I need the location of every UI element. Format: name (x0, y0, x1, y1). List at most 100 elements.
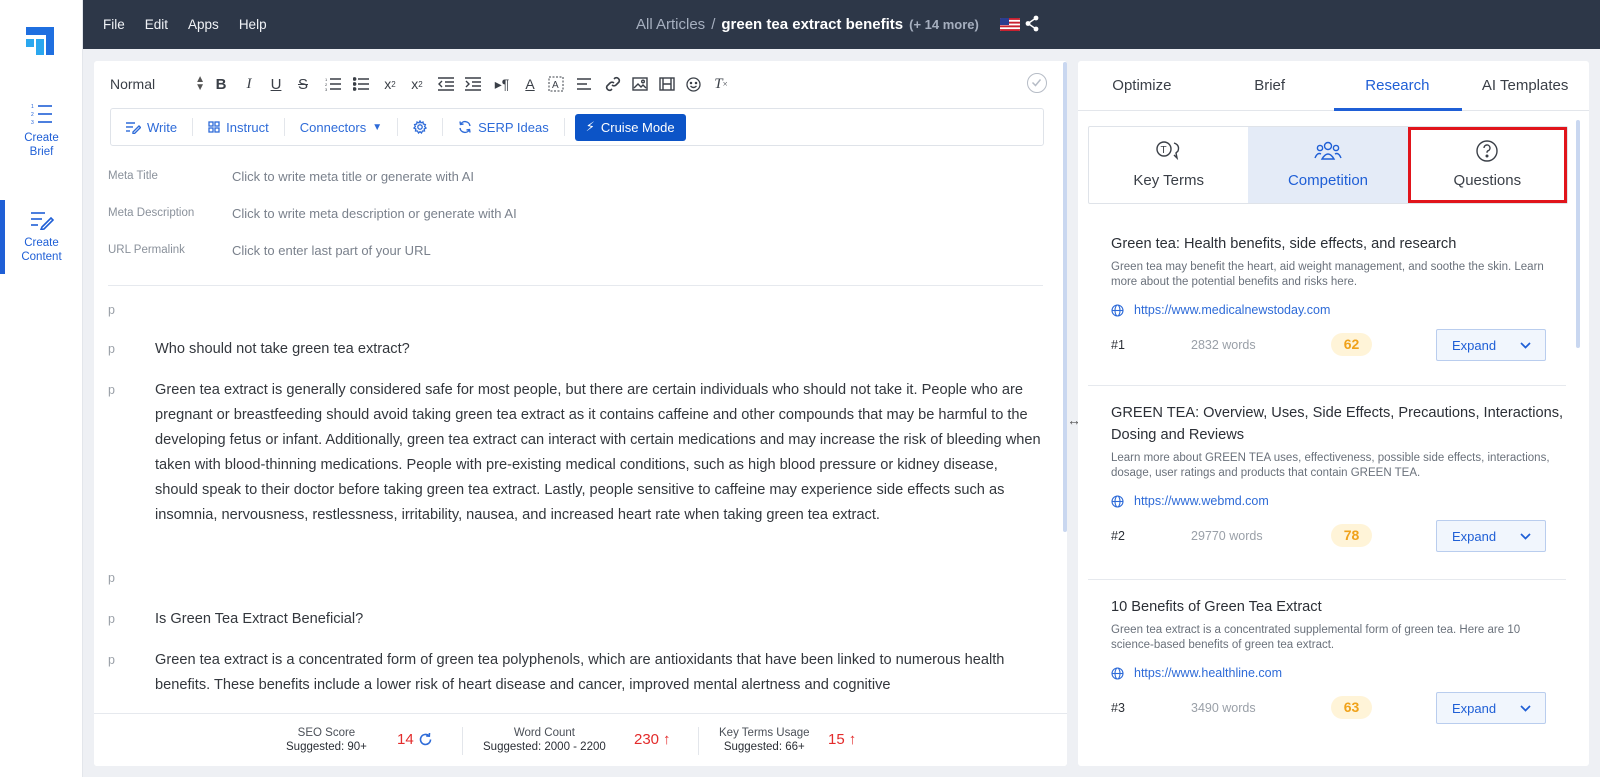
subtab-questions[interactable]: Questions (1407, 127, 1567, 203)
updown-arrow-icon: ▲ ▼ (195, 74, 205, 93)
us-flag-icon[interactable] (1000, 18, 1020, 31)
result-score-badge: 78 (1331, 524, 1372, 547)
key-terms-icon: T (1155, 141, 1179, 161)
paragraph-style-select[interactable]: Normal ▲ ▼ (110, 74, 205, 93)
write-label: Write (147, 119, 178, 135)
subtab-competition[interactable]: Competition (1248, 127, 1408, 203)
globe-icon (1111, 494, 1124, 508)
stat-separator (462, 727, 463, 755)
result-word-count: 3490 words (1191, 701, 1256, 715)
text-direction-icon[interactable]: ▸¶ (492, 74, 512, 94)
share-icon[interactable] (1025, 15, 1039, 32)
align-icon[interactable] (575, 74, 595, 94)
menu-help[interactable]: Help (239, 17, 267, 32)
connectors-dropdown[interactable]: Connectors ▼ (285, 118, 399, 136)
block-type-tag: p (108, 571, 115, 585)
result-title[interactable]: GREEN TEA: Overview, Uses, Side Effects,… (1088, 402, 1566, 446)
refresh-score-icon[interactable] (418, 732, 433, 747)
app-rail: 1 2 3 Create Brief Create Content (0, 0, 83, 777)
underline-icon[interactable]: U (266, 74, 286, 94)
serp-ideas-button[interactable]: SERP Ideas (443, 118, 565, 136)
rail-create-content[interactable]: Create Content (0, 200, 83, 274)
subtab-key-terms[interactable]: T Key Terms (1089, 127, 1248, 203)
panel-tabs: Optimize Brief Research AI Templates (1078, 61, 1589, 111)
paragraph-text: Who should not take green tea extract? (155, 341, 410, 357)
globe-icon (1111, 666, 1124, 680)
ordered-list-icon[interactable]: 123 (323, 74, 343, 94)
result-footer: #2 29770 words 78 Expand (1088, 520, 1566, 552)
numbered-list-icon: 1 2 3 (31, 104, 52, 125)
seo-score-value-group: 14 (397, 731, 433, 748)
breadcrumb-all-articles[interactable]: All Articles (636, 16, 705, 33)
clear-format-icon[interactable]: T × (711, 74, 731, 94)
meta-title-field[interactable]: Click to write meta title or generate wi… (232, 169, 474, 184)
menu-edit[interactable]: Edit (145, 17, 168, 32)
menu-file[interactable]: File (103, 17, 125, 32)
bold-icon[interactable]: B (211, 74, 231, 94)
seo-score-label: SEO Score (297, 727, 356, 739)
expand-button[interactable]: Expand (1436, 520, 1546, 552)
status-check-icon (1027, 73, 1047, 93)
video-icon[interactable] (657, 74, 677, 94)
paragraph-block[interactable]: p Green tea extract is a concentrated fo… (108, 648, 1043, 698)
tab-ai-templates[interactable]: AI Templates (1461, 61, 1589, 110)
refresh-icon (459, 120, 471, 134)
result-url-link[interactable]: https://www.healthline.com (1088, 666, 1566, 680)
cruise-mode-button[interactable]: ⚡ Cruise Mode (574, 113, 686, 141)
competitor-result: GREEN TEA: Overview, Uses, Side Effects,… (1088, 402, 1566, 552)
key-terms-stat: Key Terms Usage Suggested: 66+ (719, 726, 810, 754)
result-description: Green tea extract is a concentrated supp… (1111, 624, 1521, 651)
result-url-link[interactable]: https://www.webmd.com (1088, 494, 1566, 508)
settings-button[interactable] (398, 118, 444, 136)
editor-scrollbar[interactable] (1063, 62, 1067, 532)
block-type-tag: p (108, 612, 115, 626)
rail-create-brief[interactable]: 1 2 3 Create Brief (0, 103, 83, 159)
expand-button[interactable]: Expand (1436, 692, 1546, 724)
breadcrumb-separator: / (711, 16, 716, 33)
tab-optimize[interactable]: Optimize (1078, 61, 1206, 110)
font-color-icon[interactable]: A (520, 74, 540, 94)
url-permalink-field[interactable]: Click to enter last part of your URL (232, 243, 431, 258)
result-divider (1088, 579, 1566, 580)
superscript-icon[interactable]: x2 (407, 74, 427, 94)
tab-brief[interactable]: Brief (1206, 61, 1334, 110)
result-title[interactable]: Green tea: Health benefits, side effects… (1088, 233, 1566, 255)
question-icon (1476, 140, 1499, 162)
highlight-color-icon[interactable]: A (546, 74, 566, 94)
result-score-badge: 63 (1331, 696, 1372, 719)
tab-research[interactable]: Research (1333, 61, 1462, 111)
connectors-label: Connectors (299, 119, 367, 135)
app-logo-icon[interactable] (26, 27, 54, 55)
grid-icon (208, 121, 220, 133)
emoji-icon[interactable] (683, 74, 703, 94)
research-subtabs: T Key Terms Competition Questions (1088, 126, 1568, 204)
paragraph-block[interactable]: p Green tea extract is generally conside… (108, 378, 1043, 528)
subscript-icon[interactable]: x2 (380, 74, 400, 94)
meta-description-field[interactable]: Click to write meta description or gener… (232, 206, 517, 221)
breadcrumb-more-count[interactable]: (+ 14 more) (909, 17, 979, 32)
outdent-icon[interactable] (436, 74, 456, 94)
results-scrollbar[interactable] (1576, 120, 1580, 348)
expand-button[interactable]: Expand (1436, 329, 1546, 361)
research-panel: Optimize Brief Research AI Templates T K… (1078, 61, 1589, 766)
indent-icon[interactable] (463, 74, 483, 94)
paragraph-block[interactable]: p Is Green Tea Extract Beneficial? (108, 607, 1043, 632)
result-word-count: 2832 words (1191, 338, 1256, 352)
paragraph-text: Green tea extract is generally considere… (155, 382, 1041, 523)
write-button[interactable]: Write (111, 118, 194, 136)
result-url-link[interactable]: https://www.medicalnewstoday.com (1088, 303, 1566, 317)
bullet-list-icon[interactable] (351, 74, 371, 94)
subtab-key-terms-label: Key Terms (1133, 172, 1204, 189)
link-icon[interactable] (603, 74, 623, 94)
strikethrough-icon[interactable]: S (293, 74, 313, 94)
expand-label: Expand (1452, 337, 1497, 353)
image-icon[interactable] (630, 74, 650, 94)
key-terms-label: Key Terms Usage (719, 727, 810, 739)
instruct-button[interactable]: Instruct (193, 118, 285, 136)
italic-icon[interactable]: I (239, 74, 259, 94)
result-url: https://www.medicalnewstoday.com (1134, 303, 1331, 317)
result-title[interactable]: 10 Benefits of Green Tea Extract (1088, 596, 1566, 618)
rail-create-content-label: Create Content (21, 237, 62, 263)
menu-apps[interactable]: Apps (188, 17, 219, 32)
paragraph-block[interactable]: p Who should not take green tea extract? (108, 337, 1043, 362)
